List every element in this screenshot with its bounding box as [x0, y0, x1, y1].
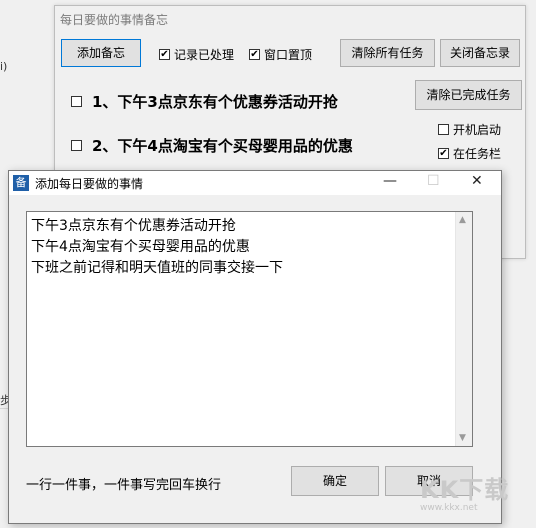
ok-button[interactable]: 确定 — [291, 466, 379, 496]
checkbox-box[interactable]: ✔ — [438, 148, 449, 159]
watermark-logo: KK下载 www.kkx.net — [420, 470, 509, 513]
checkbox-label: 窗口置顶 — [264, 48, 313, 62]
minimize-icon[interactable]: — — [383, 173, 397, 189]
startup-checkbox[interactable]: 开机启动 — [438, 121, 501, 138]
task-textarea[interactable]: 下午3点京东有个优惠券活动开抢 下午4点淘宝有个买母婴用品的优惠 下班之前记得和… — [26, 211, 473, 447]
task-item[interactable]: 1、下午3点京东有个优惠券活动开抢 — [71, 91, 338, 112]
clear-completed-button[interactable]: 清除已完成任务 — [415, 80, 522, 110]
app-icon: 备 — [13, 175, 29, 191]
clear-all-tasks-button[interactable]: 清除所有任务 — [340, 39, 435, 67]
task-checkbox[interactable] — [71, 96, 82, 107]
taskbar-checkbox[interactable]: ✔ 在任务栏 — [438, 145, 501, 162]
close-memo-button[interactable]: 关闭备忘录 — [440, 39, 520, 67]
dialog-titlebar[interactable]: 备 添加每日要做的事情 — ☐ ✕ — [9, 171, 501, 195]
window-on-top-checkbox[interactable]: ✔ 窗口置顶 — [249, 46, 312, 63]
checkbox-box[interactable] — [438, 124, 449, 135]
checkbox-label: 开机启动 — [453, 123, 502, 137]
task-checkbox[interactable] — [71, 140, 82, 151]
window-title: 每日要做的事情备忘 — [60, 13, 169, 27]
textarea-scrollbar[interactable]: ▲ ▼ — [455, 212, 472, 446]
scroll-down-icon[interactable]: ▼ — [459, 433, 466, 443]
checkbox-box[interactable]: ✔ — [249, 49, 260, 60]
checkbox-label: 记录已处理 — [174, 48, 235, 62]
checkbox-box[interactable]: ✔ — [159, 49, 170, 60]
task-item[interactable]: 2、下午4点淘宝有个买母婴用品的优惠 — [71, 135, 353, 156]
scroll-up-icon[interactable]: ▲ — [459, 215, 466, 225]
checkbox-label: 在任务栏 — [453, 147, 502, 161]
task-text: 2、下午4点淘宝有个买母婴用品的优惠 — [92, 137, 353, 155]
close-icon[interactable]: ✕ — [471, 173, 483, 189]
background-text: i) — [0, 60, 8, 73]
textarea-line: 下班之前记得和明天值班的同事交接一下 — [31, 260, 283, 276]
task-text: 1、下午3点京东有个优惠券活动开抢 — [92, 93, 338, 111]
watermark-url: www.kkx.net — [420, 503, 478, 513]
add-memo-button[interactable]: 添加备忘 — [61, 39, 141, 67]
dialog-title: 添加每日要做的事情 — [35, 177, 144, 191]
maximize-icon: ☐ — [427, 173, 440, 189]
textarea-line: 下午3点京东有个优惠券活动开抢 — [31, 218, 236, 234]
hint-text: 一行一件事，一件事写完回车换行 — [26, 478, 222, 493]
watermark-brand: KK下载 — [420, 476, 510, 504]
textarea-line: 下午4点淘宝有个买母婴用品的优惠 — [31, 239, 250, 255]
record-processed-checkbox[interactable]: ✔ 记录已处理 — [159, 46, 234, 63]
